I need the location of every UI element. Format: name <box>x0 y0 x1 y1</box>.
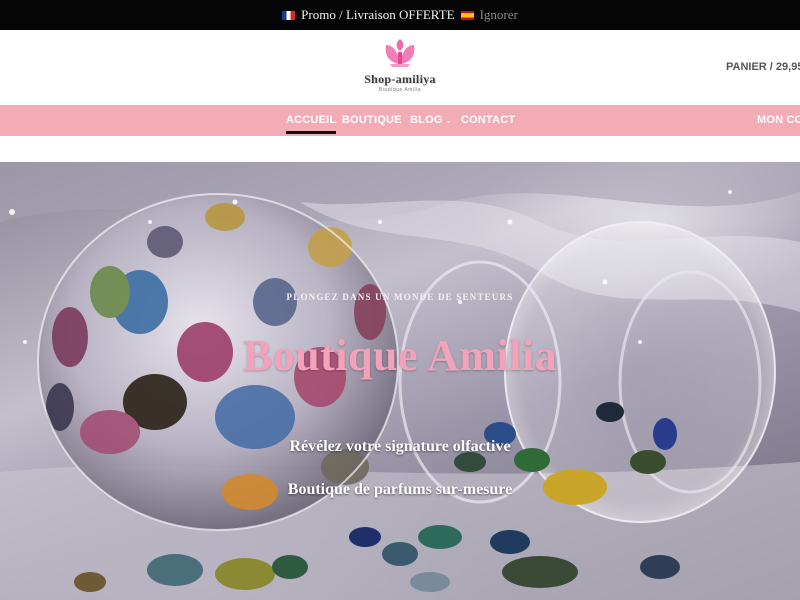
hero-title: Boutique Amilia <box>242 331 558 380</box>
flag-es-icon[interactable] <box>460 10 474 20</box>
chevron-down-icon: ⌄ <box>444 115 453 125</box>
hero-eyebrow: PLONGEZ DANS UN MONDE DE SENTEURS <box>286 292 514 302</box>
hero-tagline: Boutique de parfums sur-mesure <box>287 481 513 498</box>
site-logo[interactable]: Shop-amiliya Boutique Amilia <box>350 36 450 98</box>
dismiss-promo-link[interactable]: Ignorer <box>480 7 518 23</box>
cart-link[interactable]: PANIER / 29,95 <box>726 61 800 73</box>
nav-item-accueil[interactable]: ACCUEIL <box>286 114 337 134</box>
flag-fr-icon <box>282 10 296 20</box>
hero-banner: PLONGEZ DANS UN MONDE DE SENTEURS Boutiq… <box>0 162 800 600</box>
promo-bar: Promo / Livraison OFFERTE Ignorer <box>0 0 800 30</box>
nav-item-boutique[interactable]: BOUTIQUE <box>342 114 402 126</box>
hero-subtitle: Révélez votre signature olfactive <box>289 438 511 455</box>
site-header: Shop-amiliya Boutique Amilia PANIER / 29… <box>0 30 800 105</box>
lotus-logo-icon <box>385 39 415 67</box>
main-nav: ACCUEIL BOUTIQUE BLOG ⌄ CONTACT MON CO <box>0 105 800 136</box>
logo-tagline: Boutique Amilia <box>379 87 421 93</box>
nav-item-blog-label: BLOG <box>410 114 443 126</box>
logo-text: Shop-amiliya <box>364 72 436 86</box>
nav-item-contact[interactable]: CONTACT <box>461 114 515 126</box>
nav-item-account[interactable]: MON CO <box>757 114 800 126</box>
promo-text: Promo / Livraison OFFERTE <box>301 7 455 22</box>
hero-content: PLONGEZ DANS UN MONDE DE SENTEURS Boutiq… <box>0 162 800 600</box>
nav-item-blog[interactable]: BLOG ⌄ <box>410 114 452 126</box>
